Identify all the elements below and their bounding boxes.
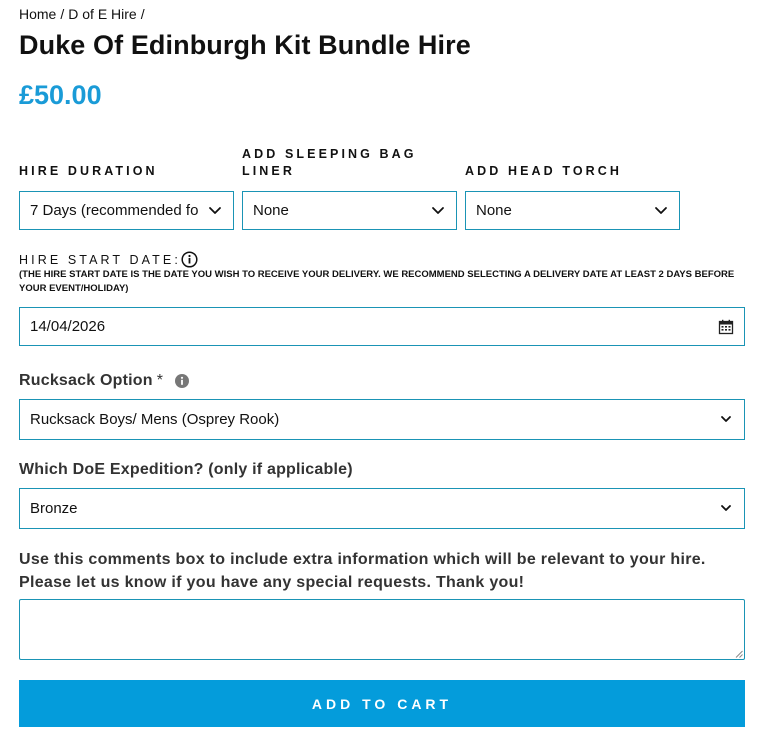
chevron-down-icon <box>721 504 731 511</box>
chevron-down-icon <box>721 415 731 422</box>
add-to-cart-button[interactable]: ADD TO CART <box>19 680 745 727</box>
product-title: Duke Of Edinburgh Kit Bundle Hire <box>19 30 471 60</box>
rucksack-option-label: Rucksack Option * <box>19 372 190 390</box>
sleeping-bag-liner-value: None <box>253 202 289 219</box>
breadcrumb-home-link[interactable]: Home <box>19 6 56 22</box>
hire-duration-label: HIRE DURATION <box>19 164 158 178</box>
comments-label: Use this comments box to include extra i… <box>19 551 706 591</box>
resize-handle-icon[interactable] <box>735 650 743 658</box>
rucksack-option-select[interactable]: Rucksack Boys/ Mens (Osprey Rook) <box>19 399 745 440</box>
hire-start-date-value: 14/04/2026 <box>30 318 106 335</box>
product-price: £50.00 <box>19 80 102 110</box>
required-marker: * <box>156 372 164 389</box>
rucksack-option-value: Rucksack Boys/ Mens (Osprey Rook) <box>30 411 280 428</box>
sleeping-bag-liner-label: ADD SLEEPING BAG LINER <box>242 147 417 178</box>
info-icon[interactable] <box>175 374 190 388</box>
comments-textarea[interactable] <box>19 599 745 660</box>
head-torch-value: None <box>476 202 512 219</box>
rucksack-option-label-text: Rucksack Option <box>19 372 153 389</box>
chevron-down-icon <box>209 206 221 214</box>
expedition-label: Which DoE Expedition? (only if applicabl… <box>19 461 353 479</box>
breadcrumb-category-link[interactable]: D of E Hire <box>68 6 136 22</box>
head-torch-label: ADD HEAD TORCH <box>465 164 623 178</box>
expedition-label-text: Which DoE Expedition? (only if applicabl… <box>19 461 353 478</box>
expedition-value: Bronze <box>30 500 78 517</box>
head-torch-select[interactable]: None <box>465 191 680 230</box>
hire-duration-select[interactable]: 7 Days (recommended for Bronze) <box>19 191 234 230</box>
hire-start-date-note: (THE HIRE START DATE IS THE DATE YOU WIS… <box>19 269 735 294</box>
product-page: Home / D of E Hire / Duke Of Edinburgh K… <box>0 0 765 742</box>
chevron-down-icon <box>432 206 444 214</box>
chevron-down-icon <box>655 206 667 214</box>
expedition-select[interactable]: Bronze <box>19 488 745 529</box>
breadcrumb: Home / D of E Hire / <box>19 6 145 22</box>
info-icon[interactable] <box>181 251 198 268</box>
sleeping-bag-liner-select[interactable]: None <box>242 191 457 230</box>
hire-start-date-label-text: HIRE START DATE: <box>19 252 181 267</box>
breadcrumb-separator: / <box>140 6 145 22</box>
hire-start-date-input[interactable]: 14/04/2026 <box>19 307 745 346</box>
hire-duration-value: 7 Days (recommended for Bronze) <box>30 202 199 219</box>
breadcrumb-separator: / <box>60 6 65 22</box>
calendar-icon[interactable] <box>718 319 734 335</box>
hire-start-date-label: HIRE START DATE: <box>19 251 198 268</box>
